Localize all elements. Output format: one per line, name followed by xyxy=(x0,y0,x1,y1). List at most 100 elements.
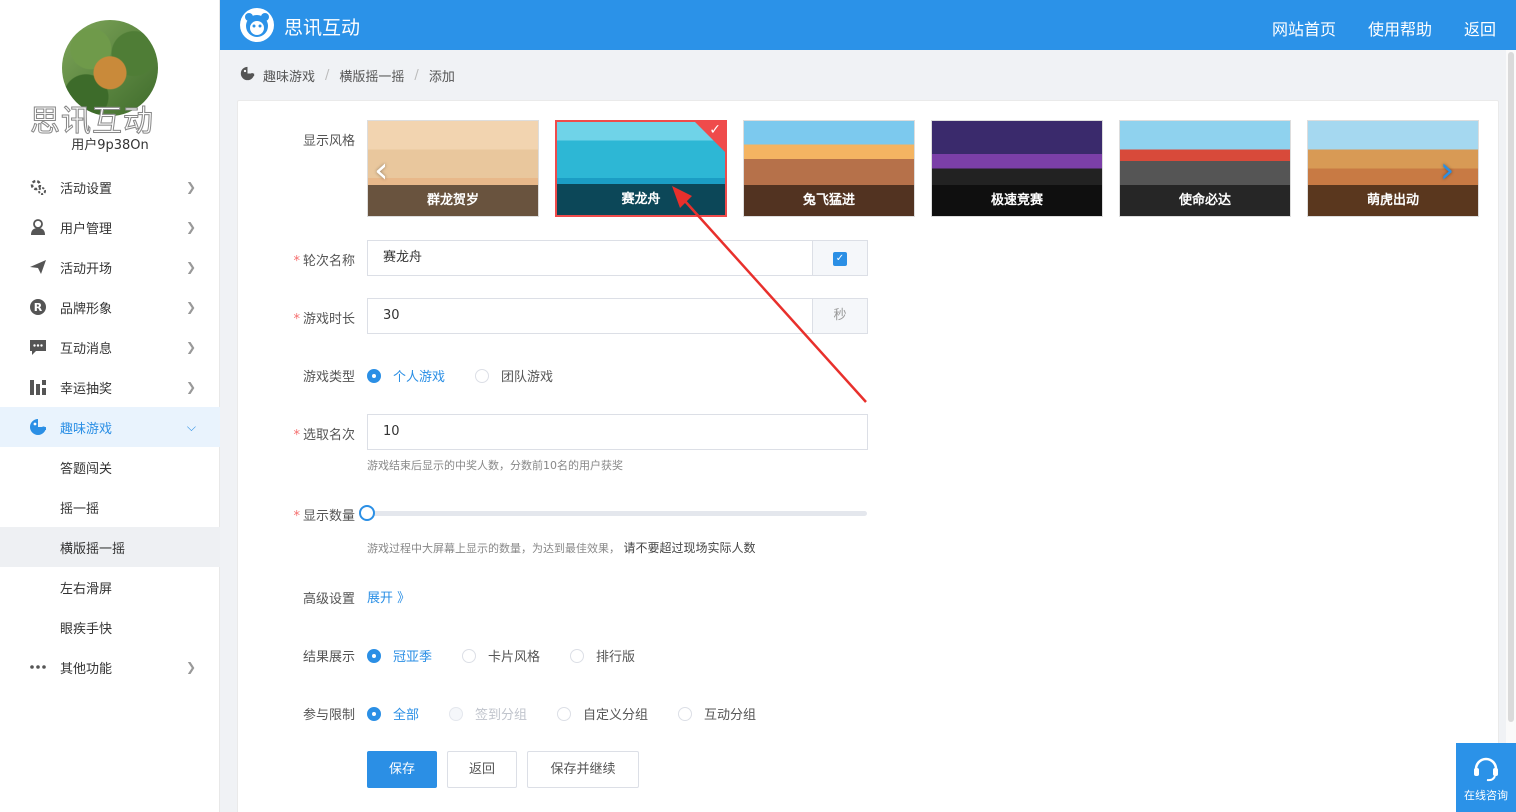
scrollbar-thumb[interactable] xyxy=(1508,52,1514,722)
breadcrumb-item: 添加 xyxy=(428,70,455,85)
more-icon xyxy=(28,657,48,677)
carousel-prev-icon[interactable]: ‹ xyxy=(374,150,388,191)
result-radio-group: 冠亚季 卡片风格 排行版 xyxy=(367,646,665,665)
sidebar-item-fun-games[interactable]: 趣味游戏 ⌵ xyxy=(0,407,220,447)
radio-all[interactable]: 全部 xyxy=(367,704,419,723)
duration-label: * 游戏时长 xyxy=(293,312,355,327)
checkbox-checked-icon[interactable]: ✓ xyxy=(833,252,847,266)
lottery-icon xyxy=(28,377,48,397)
scrollbar[interactable] xyxy=(1506,50,1516,812)
chevron-right-icon: ❯ xyxy=(185,180,196,194)
radio-individual-game[interactable]: 个人游戏 xyxy=(367,366,445,385)
breadcrumb-item[interactable]: 横版摇一摇 xyxy=(339,66,404,85)
help-link[interactable]: 使用帮助 xyxy=(1368,16,1432,40)
radio-team-game[interactable]: 团队游戏 xyxy=(475,366,553,385)
game-type-radio-group: 个人游戏 团队游戏 xyxy=(367,366,583,385)
rank-input[interactable]: 10 xyxy=(367,414,868,450)
display-count-slider-track[interactable] xyxy=(367,511,867,516)
style-caption: 使命必达 xyxy=(1120,185,1290,216)
headset-icon xyxy=(1456,753,1516,787)
sidebar-item-lucky-draw[interactable]: 幸运抽奖 ❯ xyxy=(0,367,220,407)
gear-icon xyxy=(28,177,48,197)
game-icon xyxy=(28,417,48,437)
display-count-hint: 游戏过程中大屏幕上显示的数量，为达到最佳效果， 请不要超过现场实际人数 xyxy=(367,541,756,555)
sidebar-item-label: 其他功能 xyxy=(60,661,113,677)
sidebar-item-interactive-messages[interactable]: 互动消息 ❯ xyxy=(0,327,220,367)
style-caption: 极速竞赛 xyxy=(932,185,1102,216)
user-icon xyxy=(28,217,48,237)
paper-plane-icon xyxy=(28,257,48,277)
sidebar-item-activity-settings[interactable]: 活动设置 ❯ xyxy=(0,167,220,207)
radio-card-style[interactable]: 卡片风格 xyxy=(462,646,540,665)
chevron-right-icon: ❯ xyxy=(185,380,196,394)
limit-radio-group: 全部 签到分组 自定义分组 互动分组 xyxy=(367,704,786,723)
style-card-dragon-boat[interactable]: ✓ 赛龙舟 xyxy=(555,120,727,217)
sidebar-item-brand-image[interactable]: R 品牌形象 ❯ xyxy=(0,287,220,327)
result-label: 结果展示 xyxy=(302,650,355,665)
radio-checkin-group: 签到分组 xyxy=(449,704,527,723)
duration-input[interactable]: 30 xyxy=(367,298,813,334)
radio-podium[interactable]: 冠亚季 xyxy=(367,646,432,665)
chevron-right-icon: ❯ xyxy=(185,300,196,314)
online-consult-button[interactable]: 在线咨询 xyxy=(1456,743,1516,812)
sidebar-menu: 活动设置 ❯ 用户管理 ❯ 活动开场 ❯ R 品牌形象 ❯ 互动消息 ❯ 幸运抽… xyxy=(0,167,220,687)
radio-interactive-group[interactable]: 互动分组 xyxy=(678,704,756,723)
style-caption: 群龙贺岁 xyxy=(368,185,538,216)
sidebar-subitem-horizontal-shake[interactable]: 横版摇一摇 xyxy=(0,527,220,567)
style-caption: 赛龙舟 xyxy=(557,184,725,215)
sidebar-subitem-quick-hands[interactable]: 眼疾手快 xyxy=(0,607,220,647)
sidebar-subitem-quiz[interactable]: 答题闯关 xyxy=(0,447,220,487)
display-count-label: * 显示数量 xyxy=(293,509,355,524)
style-card-mission[interactable]: 使命必达 xyxy=(1119,120,1291,217)
sidebar-item-user-management[interactable]: 用户管理 ❯ xyxy=(0,207,220,247)
svg-text:R: R xyxy=(34,301,43,314)
header-links: 网站首页 使用帮助 返回 xyxy=(1272,16,1496,40)
sidebar-item-label: 活动设置 xyxy=(60,181,113,197)
back-button[interactable]: 返回 xyxy=(447,751,517,788)
sidebar-subitem-swipe[interactable]: 左右滑屏 xyxy=(0,567,220,607)
sidebar: 思讯互动 用户9p38On 活动设置 ❯ 用户管理 ❯ 活动开场 ❯ R 品牌形… xyxy=(0,0,220,812)
registered-icon: R xyxy=(28,297,48,317)
sidebar-item-label: 幸运抽奖 xyxy=(60,381,113,397)
home-link[interactable]: 网站首页 xyxy=(1272,16,1336,40)
breadcrumb-item[interactable]: 趣味游戏 xyxy=(263,66,315,85)
save-button[interactable]: 保存 xyxy=(367,751,437,788)
expand-advanced-link[interactable]: 展开 》 xyxy=(367,587,410,606)
limit-label: 参与限制 xyxy=(302,708,355,723)
sidebar-item-label: 互动消息 xyxy=(60,341,113,357)
sidebar-item-label: 用户管理 xyxy=(60,221,113,237)
style-card-dragon-new-year[interactable]: 群龙贺岁 xyxy=(367,120,539,217)
sidebar-subitem-shake[interactable]: 摇一摇 xyxy=(0,487,220,527)
round-name-checkbox-addon[interactable]: ✓ xyxy=(812,240,868,276)
back-link[interactable]: 返回 xyxy=(1464,16,1496,40)
duration-unit: 秒 xyxy=(812,298,868,334)
rank-hint: 游戏结束后显示的中奖人数，分数前10名的用户获奖 xyxy=(367,459,623,472)
style-label: 显示风格 xyxy=(302,134,355,149)
advanced-label: 高级设置 xyxy=(302,592,355,607)
logo-icon xyxy=(240,8,274,42)
radio-custom-group[interactable]: 自定义分组 xyxy=(557,704,648,723)
radio-leaderboard[interactable]: 排行版 xyxy=(570,646,635,665)
username: 用户9p38On xyxy=(71,138,149,153)
chat-icon xyxy=(28,337,48,357)
breadcrumb-separator: / xyxy=(325,68,330,83)
online-consult-label: 在线咨询 xyxy=(1464,789,1508,802)
sidebar-item-other-functions[interactable]: 其他功能 ❯ xyxy=(0,647,220,687)
rank-label: * 选取名次 xyxy=(293,428,355,443)
save-and-continue-button[interactable]: 保存并继续 xyxy=(527,751,639,788)
style-card-rabbit[interactable]: 兔飞猛进 xyxy=(743,120,915,217)
app-title: 思讯互动 xyxy=(284,17,361,39)
round-name-input[interactable]: 赛龙舟 xyxy=(367,240,813,276)
chevron-right-icon: ❯ xyxy=(185,660,196,674)
game-type-label: 游戏类型 xyxy=(302,370,355,385)
sidebar-item-activity-opening[interactable]: 活动开场 ❯ xyxy=(0,247,220,287)
display-count-slider-handle[interactable] xyxy=(359,505,375,521)
carousel-next-icon[interactable]: › xyxy=(1440,150,1454,191)
chevron-right-icon: ❯ xyxy=(185,260,196,274)
check-icon: ✓ xyxy=(709,122,721,138)
style-caption: 兔飞猛进 xyxy=(744,185,914,216)
style-card-speed-race[interactable]: 极速竞赛 xyxy=(931,120,1103,217)
breadcrumb-separator: / xyxy=(414,68,419,83)
sidebar-item-label: 趣味游戏 xyxy=(60,421,113,437)
breadcrumb: 趣味游戏 / 横版摇一摇 / 添加 xyxy=(240,66,455,85)
